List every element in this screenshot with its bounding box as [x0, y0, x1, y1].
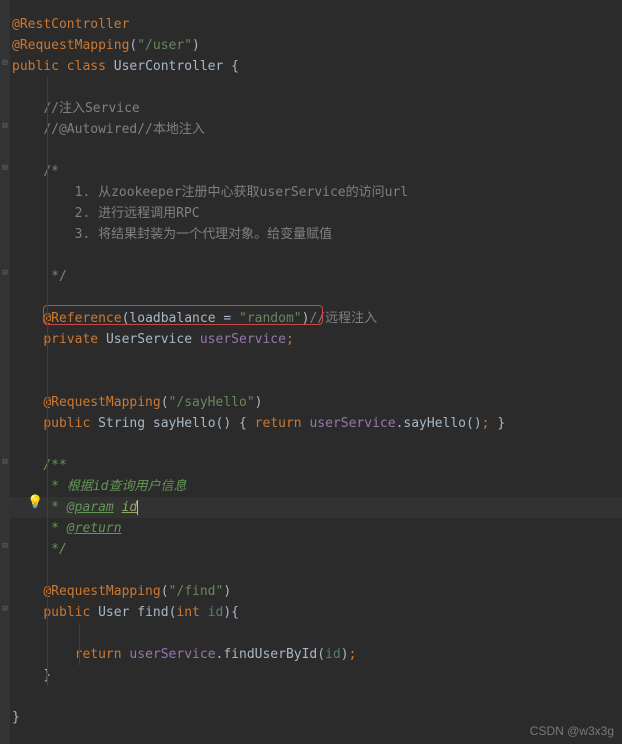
javadoc-param-tag: @param — [67, 500, 114, 515]
gutter: ⊟ ⊟ ⊟ ⊟ ⊟ ⊟ ⊟ — [0, 0, 10, 744]
keyword: public — [43, 416, 90, 431]
block-comment-start: /* — [43, 164, 59, 179]
field-ref: userService — [129, 647, 215, 662]
watermark: CSDN @w3x3g — [530, 724, 614, 738]
javadoc-desc: * 根据id查询用户信息 — [43, 479, 186, 494]
field: userService — [200, 332, 286, 347]
keyword: return — [75, 647, 122, 662]
javadoc-return-tag: @return — [67, 521, 122, 536]
keyword: return — [255, 416, 302, 431]
comment: //远程注入 — [309, 311, 377, 326]
keyword: public — [43, 605, 90, 620]
text-caret — [137, 500, 138, 515]
annotation: @RequestMapping — [43, 584, 160, 599]
annotation: @RestController — [12, 17, 129, 32]
type: User — [98, 605, 129, 620]
param: id — [208, 605, 224, 620]
code-editor[interactable]: ⊟ ⊟ ⊟ ⊟ ⊟ ⊟ ⊟ @RestController @RequestMa… — [0, 0, 622, 744]
keyword: public — [12, 59, 59, 74]
field-ref: userService — [309, 416, 395, 431]
keyword: class — [67, 59, 106, 74]
string-literal: "/user" — [137, 38, 192, 53]
attr-name: loadbalance — [129, 311, 215, 326]
annotation: @RequestMapping — [43, 395, 160, 410]
indent-guide — [47, 77, 48, 686]
method-call: sayHello — [403, 416, 466, 431]
code-content[interactable]: @RestController @RequestMapping("/user")… — [10, 0, 622, 744]
method: sayHello — [153, 416, 216, 431]
javadoc-param-name: id — [122, 500, 138, 515]
keyword: private — [43, 332, 98, 347]
method: find — [137, 605, 168, 620]
comment-line: 1. 从zookeeper注册中心获取userService的访问url — [43, 185, 408, 200]
string-literal: "/find" — [169, 584, 224, 599]
method-call: findUserById — [223, 647, 317, 662]
string-literal: "random" — [239, 311, 302, 326]
comment: //@Autowired//本地注入 — [43, 122, 205, 137]
comment-line: 3. 将结果封装为一个代理对象。给变量赋值 — [43, 227, 332, 242]
annotation: @RequestMapping — [12, 38, 129, 53]
param-ref: id — [325, 647, 341, 662]
string-literal: "/sayHello" — [169, 395, 255, 410]
comment-line: 2. 进行远程调用RPC — [43, 206, 199, 221]
annotation: @Reference — [43, 311, 121, 326]
comment: //注入Service — [43, 101, 139, 116]
type: UserService — [106, 332, 192, 347]
indent-guide — [79, 623, 80, 665]
lightbulb-icon[interactable]: 💡 — [27, 492, 43, 513]
type: String — [98, 416, 145, 431]
class-name: UserController — [114, 59, 224, 74]
keyword: int — [176, 605, 199, 620]
